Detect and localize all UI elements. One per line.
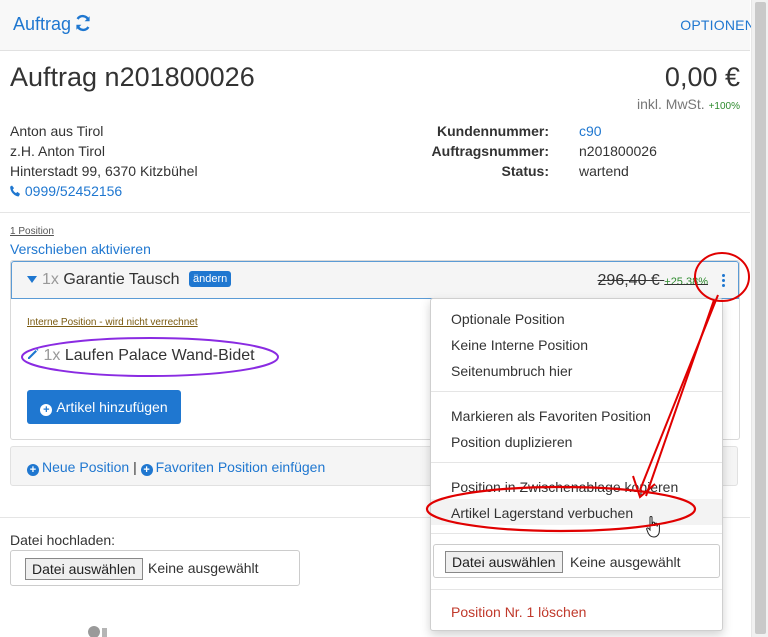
order-amount: 0,00 €: [664, 62, 740, 92]
move-positions-link[interactable]: Verschieben aktivieren: [10, 241, 151, 257]
scrollbar-thumb[interactable]: [755, 2, 766, 634]
caret-down-icon[interactable]: [27, 276, 37, 283]
link-separator: |: [133, 459, 137, 475]
sub-item-name: Laufen Palace Wand-Bidet: [64, 347, 255, 364]
refresh-icon[interactable]: [73, 13, 93, 33]
add-article-label: Artikel hinzufügen: [56, 399, 168, 415]
menu-item-book-stock[interactable]: Artikel Lagerstand verbuchen: [451, 505, 633, 521]
menu-file-upload-field[interactable]: Datei auswählen Keine ausgewählt: [433, 544, 720, 578]
avatar-icon: [88, 626, 107, 637]
plus-circle-icon: +: [27, 464, 39, 476]
plus-circle-icon: +: [140, 464, 153, 476]
order-number-label: Auftragsnummer:: [431, 143, 549, 159]
status-value: wartend: [579, 163, 629, 179]
menu-choose-file-button[interactable]: Datei auswählen: [445, 551, 563, 573]
price-markup: +25.38%: [664, 276, 708, 288]
sub-item: 1x Laufen Palace Wand-Bidet: [27, 347, 255, 365]
menu-item-page-break[interactable]: Seitenumbruch hier: [451, 363, 572, 379]
vat-info: inkl. MwSt. +100%: [637, 96, 740, 112]
customer-address: Hinterstadt 99, 6370 Kitzbühel: [10, 163, 198, 179]
pencil-icon[interactable]: [27, 348, 39, 360]
status-label: Status:: [501, 163, 549, 179]
new-position-link[interactable]: Neue Position: [42, 459, 129, 475]
no-file-text: Keine ausgewählt: [148, 560, 259, 576]
menu-item-mark-favorite[interactable]: Markieren als Favoriten Position: [451, 408, 651, 424]
customer-number-value[interactable]: c90: [579, 123, 602, 139]
internal-position-note: Interne Position - wird nicht verrechnet: [27, 317, 198, 328]
phone-number[interactable]: 0999/52452156: [25, 183, 122, 199]
section-divider: [0, 212, 750, 213]
phone-icon: [10, 185, 20, 197]
file-upload-field[interactable]: Datei auswählen Keine ausgewählt: [10, 550, 300, 586]
position-header[interactable]: 1x Garantie Tausch ändern 296,40 € +25.3…: [11, 261, 739, 299]
menu-no-file-text: Keine ausgewählt: [570, 554, 681, 570]
kebab-menu-icon[interactable]: [722, 274, 726, 288]
choose-file-button[interactable]: Datei auswählen: [25, 558, 143, 580]
edit-badge[interactable]: ändern: [189, 271, 232, 287]
menu-divider: [431, 462, 722, 463]
position-name: Garantie Tausch: [63, 271, 180, 288]
order-number-value: n201800026: [579, 143, 657, 159]
vat-percentage: +100%: [708, 101, 740, 112]
order-title: Auftrag n201800026: [10, 62, 255, 92]
customer-contact: z.H. Anton Tirol: [10, 143, 105, 159]
price-value: 296,40 €: [597, 272, 660, 289]
scrollbar[interactable]: [751, 0, 768, 637]
menu-item-copy-clipboard[interactable]: Position in Zwischenablage kopieren: [451, 479, 678, 495]
position-title: 1x Garantie Tausch ändern: [42, 271, 232, 289]
position-count: 1 Position: [10, 226, 54, 237]
options-link[interactable]: OPTIONEN: [680, 17, 755, 33]
app-title: Auftrag: [13, 14, 72, 34]
hand-cursor-icon: [646, 515, 660, 538]
position-actions: + Neue Position | + Favoriten Position ein…: [27, 459, 325, 476]
add-article-button[interactable]: + Artikel hinzufügen: [27, 390, 181, 424]
upload-label: Datei hochladen:: [10, 532, 116, 548]
sub-item-qty: 1x: [43, 347, 61, 364]
position-options-menu: Optionale Position Keine Interne Positio…: [430, 298, 723, 631]
plus-circle-icon: +: [40, 404, 53, 416]
menu-item-duplicate[interactable]: Position duplizieren: [451, 434, 572, 450]
menu-divider: [431, 589, 722, 590]
vat-label: inkl. MwSt.: [637, 96, 705, 112]
menu-divider: [431, 391, 722, 392]
customer-number-label: Kundennummer:: [437, 123, 549, 139]
position-price: 296,40 € +25.38%: [598, 272, 708, 290]
menu-item-delete-position[interactable]: Position Nr. 1 löschen: [451, 604, 586, 620]
menu-item-optional[interactable]: Optionale Position: [451, 311, 565, 327]
top-bar: Auftrag OPTIONEN: [0, 0, 755, 51]
customer-phone[interactable]: 0999/52452156: [10, 183, 122, 199]
customer-name: Anton aus Tirol: [10, 123, 104, 139]
menu-item-not-internal[interactable]: Keine Interne Position: [451, 337, 588, 353]
favorite-position-link[interactable]: Favoriten Position einfügen: [156, 459, 326, 475]
position-qty: 1x: [42, 271, 59, 288]
menu-divider: [431, 533, 722, 534]
